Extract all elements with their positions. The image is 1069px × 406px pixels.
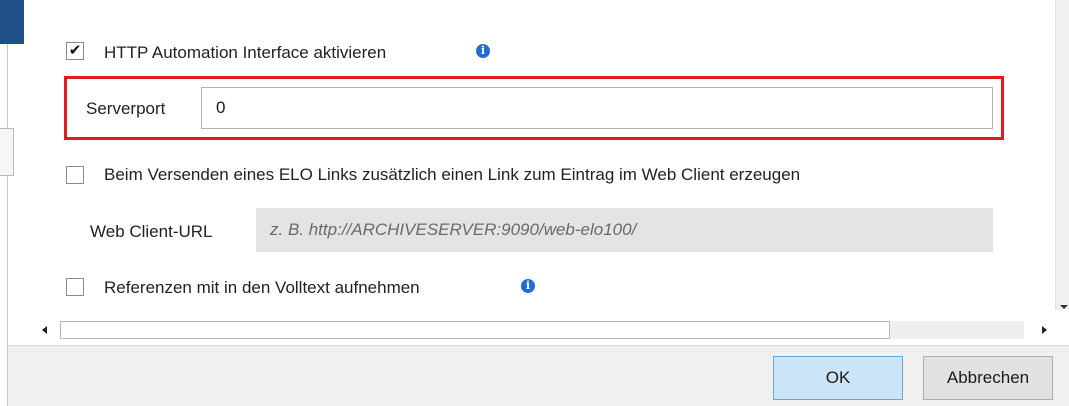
serverport-label: Serverport	[86, 99, 166, 118]
http-automation-checkbox[interactable]: ✔	[66, 42, 84, 60]
web-client-url-field[interactable]: z. B. http://ARCHIVESERVER:9090/web-elo1…	[256, 208, 993, 252]
info-icon[interactable]: i	[521, 279, 535, 293]
references-label: Referenzen mit in den Volltext aufnehmen	[104, 278, 420, 297]
scroll-down-arrow-icon[interactable]	[1060, 305, 1068, 309]
references-checkbox[interactable]	[66, 278, 84, 296]
window-accent-strip	[0, 0, 24, 44]
left-partial-control[interactable]	[0, 128, 14, 176]
left-panel-edge	[0, 44, 8, 406]
web-client-url-label: Web Client-URL	[90, 222, 213, 241]
http-automation-label: HTTP Automation Interface aktivieren	[104, 43, 387, 62]
options-dialog: ✔ HTTP Automation Interface aktivieren i…	[0, 0, 1069, 406]
scroll-right-arrow-icon[interactable]	[1042, 326, 1047, 334]
elo-link-checkbox[interactable]	[66, 166, 84, 184]
ok-button[interactable]: OK	[773, 356, 903, 400]
info-icon[interactable]: i	[476, 44, 490, 58]
serverport-input[interactable]	[201, 87, 993, 129]
cancel-button[interactable]: Abbrechen	[923, 356, 1053, 400]
dialog-footer	[8, 345, 1069, 406]
horizontal-scrollbar-thumb[interactable]	[60, 321, 890, 339]
vertical-scrollbar[interactable]	[1055, 0, 1069, 310]
elo-link-label: Beim Versenden eines ELO Links zusätzlic…	[104, 165, 801, 184]
scroll-left-arrow-icon[interactable]	[42, 326, 47, 334]
